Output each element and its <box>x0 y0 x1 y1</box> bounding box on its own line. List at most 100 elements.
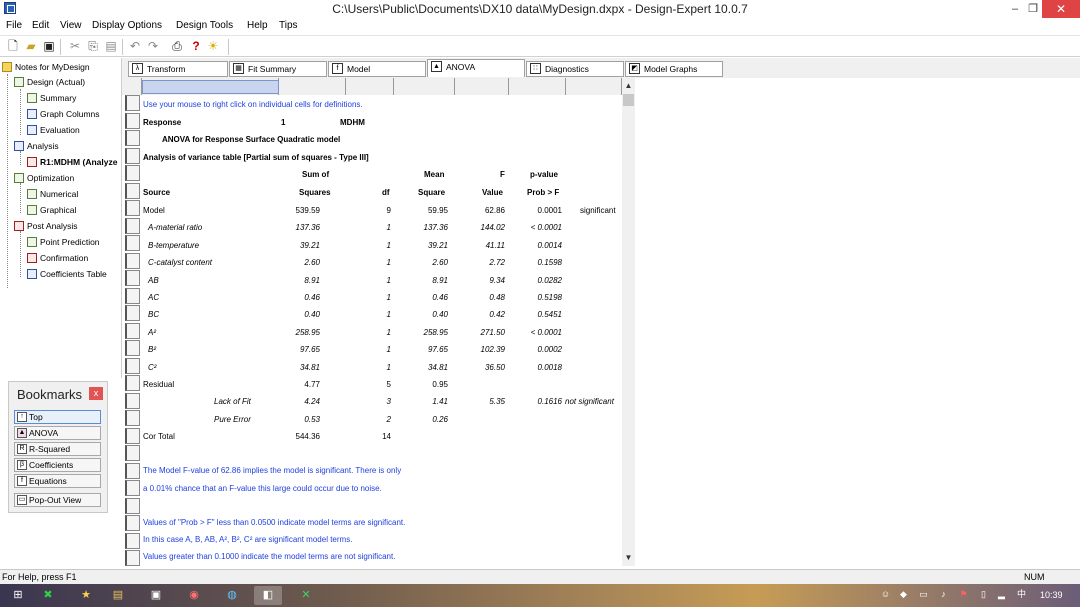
sum-of-squares-cell[interactable]: 4.77 <box>260 380 320 389</box>
p-value-cell[interactable]: 0.0018 <box>502 363 562 372</box>
source-cell[interactable]: A-material ratio <box>148 223 202 232</box>
tab-diagnostics[interactable]: ∷ Diagnostics <box>526 61 624 77</box>
sum-of-squares-cell[interactable]: 544.36 <box>260 432 320 441</box>
f-value-cell[interactable]: 41.11 <box>445 241 505 250</box>
f-value-cell[interactable]: 0.48 <box>445 293 505 302</box>
tree-item-coefficients-table[interactable]: Coefficients Table <box>27 267 107 281</box>
tab-transform[interactable]: λ Transform <box>128 61 228 77</box>
row-header[interactable] <box>125 532 140 549</box>
df-cell[interactable]: 1 <box>331 310 391 319</box>
chat-icon[interactable]: ▭ <box>918 589 929 600</box>
row-header[interactable] <box>125 130 140 146</box>
tree-item-optimization[interactable]: Optimization <box>14 171 74 185</box>
mean-square-cell[interactable]: 0.46 <box>388 293 448 302</box>
mean-square-cell[interactable]: 0.95 <box>388 380 448 389</box>
tree-item-point-prediction[interactable]: Point Prediction <box>27 235 100 249</box>
row-header[interactable] <box>125 287 140 304</box>
p-value-cell[interactable]: 0.1598 <box>502 258 562 267</box>
source-cell[interactable]: A² <box>148 328 156 337</box>
tab-model[interactable]: f Model <box>328 61 426 77</box>
media-app-icon[interactable]: ◉ <box>180 586 208 605</box>
row-header[interactable] <box>125 392 140 409</box>
mean-square-cell[interactable]: 2.60 <box>388 258 448 267</box>
bookmark-top[interactable]: ↑ Top <box>14 410 101 424</box>
p-value-cell[interactable]: 0.0001 <box>502 206 562 215</box>
vertical-scrollbar[interactable]: ▲ ▼ <box>622 78 635 566</box>
open-folder-icon[interactable]: ▰ <box>24 39 38 53</box>
source-cell[interactable]: Pure Error <box>214 415 251 424</box>
mean-square-cell[interactable]: 0.40 <box>388 310 448 319</box>
window-app-icon[interactable]: ▣ <box>142 586 170 605</box>
row-header[interactable] <box>125 235 140 251</box>
source-cell[interactable]: B-temperature <box>148 241 199 250</box>
clock[interactable]: 10:39 <box>1040 590 1063 600</box>
tree-item-graphical[interactable]: Graphical <box>27 203 76 217</box>
row-header[interactable] <box>125 322 140 339</box>
f-value-cell[interactable]: 36.50 <box>445 363 505 372</box>
cut-icon[interactable]: ✂ <box>68 39 82 53</box>
row-header[interactable] <box>125 427 140 444</box>
tree-item-confirmation[interactable]: Confirmation <box>27 251 88 265</box>
source-cell[interactable]: Cor Total <box>143 432 175 441</box>
start-windows-icon[interactable]: ⊞ <box>4 586 32 605</box>
mean-square-cell[interactable]: 97.65 <box>388 345 448 354</box>
bookmark-equations[interactable]: f Equations <box>14 474 101 488</box>
tab-model-graphs[interactable]: ◩ Model Graphs <box>625 61 723 77</box>
p-value-cell[interactable]: < 0.0001 <box>502 223 562 232</box>
pop-out-view-button[interactable]: ▭ Pop-Out View <box>14 493 101 507</box>
tree-item-analysis[interactable]: Analysis <box>14 139 59 153</box>
df-cell[interactable]: 1 <box>331 293 391 302</box>
app-x-icon[interactable]: ✖ <box>34 586 62 605</box>
bookmark-coefficients[interactable]: β Coefficients <box>14 458 101 472</box>
row-header[interactable] <box>125 515 140 531</box>
tree-item-graph-columns[interactable]: Graph Columns <box>27 107 100 121</box>
mean-square-cell[interactable]: 137.36 <box>388 223 448 232</box>
sum-of-squares-cell[interactable]: 539.59 <box>260 206 320 215</box>
df-cell[interactable]: 1 <box>331 276 391 285</box>
tab-anova[interactable]: ▲ ANOVA <box>427 59 525 77</box>
tree-item-design-actual[interactable]: Design (Actual) <box>14 75 85 89</box>
mean-square-cell[interactable]: 1.41 <box>388 397 448 406</box>
row-header[interactable] <box>125 550 140 566</box>
sum-of-squares-cell[interactable]: 34.81 <box>260 363 320 372</box>
source-cell[interactable]: AB <box>148 276 159 285</box>
menu-display-options[interactable]: Display Options <box>92 20 162 31</box>
p-value-cell[interactable]: < 0.0001 <box>502 328 562 337</box>
sum-of-squares-cell[interactable]: 39.21 <box>260 241 320 250</box>
tree-item-notes[interactable]: Notes for MyDesign <box>2 60 90 74</box>
row-header[interactable] <box>125 200 140 216</box>
source-cell[interactable]: BC <box>148 310 159 319</box>
tree-item-r1-mdhm[interactable]: R1:MDHM (Analyze <box>27 155 117 169</box>
f-value-cell[interactable]: 62.86 <box>445 206 505 215</box>
sum-of-squares-cell[interactable]: 2.60 <box>260 258 320 267</box>
df-cell[interactable]: 1 <box>331 345 391 354</box>
sum-of-squares-cell[interactable]: 0.46 <box>260 293 320 302</box>
ime-indicator[interactable]: 中 <box>1016 589 1027 600</box>
sum-of-squares-cell[interactable]: 8.91 <box>260 276 320 285</box>
signal-icon[interactable]: ▂ <box>996 589 1007 600</box>
row-header[interactable] <box>125 252 140 269</box>
row-header[interactable] <box>125 270 140 286</box>
bookmarks-close-button[interactable]: x <box>89 387 103 400</box>
source-cell[interactable]: Model <box>143 206 165 215</box>
mean-square-cell[interactable]: 0.26 <box>388 415 448 424</box>
tip-bulb-icon[interactable]: ☀ <box>206 39 220 53</box>
row-header[interactable] <box>125 165 140 181</box>
save-icon[interactable]: ▣ <box>42 39 56 53</box>
star-app-icon[interactable]: ★ <box>72 586 100 605</box>
sum-of-squares-cell[interactable]: 137.36 <box>260 223 320 232</box>
mean-square-cell[interactable]: 39.21 <box>388 241 448 250</box>
df-cell[interactable]: 2 <box>331 415 391 424</box>
tree-item-post-analysis[interactable]: Post Analysis <box>14 219 78 233</box>
column-header[interactable] <box>346 78 394 95</box>
scroll-down-icon[interactable]: ▼ <box>622 552 635 564</box>
tree-item-numerical[interactable]: Numerical <box>27 187 78 201</box>
df-cell[interactable]: 14 <box>331 432 391 441</box>
menu-help[interactable]: Help <box>247 20 268 31</box>
row-header[interactable] <box>125 480 140 496</box>
column-header[interactable] <box>509 78 566 95</box>
volume-icon[interactable]: ♪ <box>938 589 949 600</box>
battery-icon[interactable]: ▯ <box>978 589 989 600</box>
f-value-cell[interactable]: 271.50 <box>445 328 505 337</box>
qq-icon[interactable]: ☺ <box>880 589 891 600</box>
